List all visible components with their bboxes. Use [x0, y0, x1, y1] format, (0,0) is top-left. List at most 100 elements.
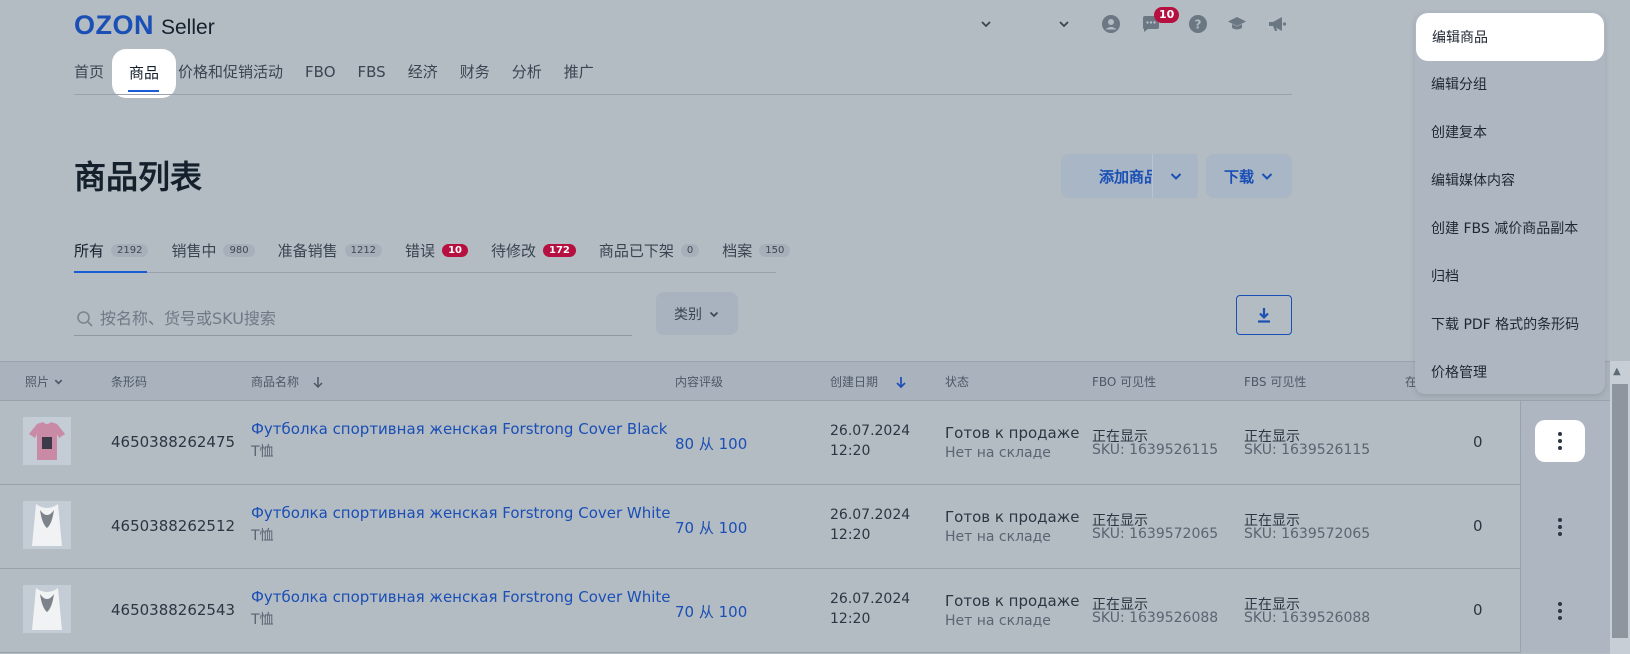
menu-item-download-barcode-pdf[interactable]: 下载 PDF 格式的条形码: [1415, 300, 1605, 348]
product-name-link[interactable]: Футболка спортивная женская Forstrong Co…: [251, 504, 671, 522]
fbs-sku: SKU: 1639526115: [1244, 442, 1371, 458]
product-thumbnail[interactable]: [23, 585, 71, 633]
tab-to-fix[interactable]: 待修改 172: [491, 240, 576, 261]
status-text: Готов к продаже: [945, 424, 1080, 442]
status-text: Готов к продаже: [945, 592, 1080, 610]
tab-label: 销售中: [171, 242, 217, 260]
megaphone-icon[interactable]: [1267, 14, 1287, 34]
logo-seller-text: Seller: [161, 16, 215, 39]
nav-item-home[interactable]: 首页: [74, 58, 104, 86]
nav-item-fbs[interactable]: FBS: [358, 58, 386, 86]
tabs-divider: [74, 272, 776, 273]
created-date: 26.07.2024: [830, 423, 911, 439]
add-product-dropdown-button[interactable]: [1152, 154, 1198, 198]
column-header-status: 状态: [945, 373, 969, 390]
category-filter-button[interactable]: 类别: [656, 292, 738, 335]
help-icon[interactable]: ?: [1188, 14, 1208, 34]
product-category: T恤: [251, 612, 274, 628]
export-button[interactable]: [1236, 295, 1292, 335]
scroll-up-arrow-icon[interactable]: ▲: [1613, 366, 1621, 377]
content-rating-link[interactable]: 70 从 100: [675, 601, 747, 622]
tab-ready-to-sell[interactable]: 准备销售 1212: [278, 240, 383, 261]
nav-item-promotion[interactable]: 推广: [564, 58, 594, 86]
messages-badge: 10: [1154, 7, 1180, 23]
svg-text:?: ?: [1195, 18, 1202, 32]
column-header-label: 条形码: [111, 375, 148, 389]
menu-item-edit-media[interactable]: 编辑媒体内容: [1415, 156, 1605, 204]
column-header-name[interactable]: 商品名称: [251, 373, 325, 390]
nav-item-pricing[interactable]: 价格和促销活动: [178, 58, 283, 86]
created-time: 12:20: [830, 527, 871, 543]
scrollbar-thumb[interactable]: [1612, 384, 1628, 638]
more-vertical-icon: [1558, 518, 1562, 536]
product-name-link[interactable]: Футболка спортивная женская Forstrong Co…: [251, 420, 668, 438]
search-input[interactable]: [100, 304, 620, 332]
fbo-sku: SKU: 1639526088: [1092, 610, 1219, 626]
nav-divider: [74, 94, 1292, 95]
row-more-button[interactable]: [1535, 506, 1585, 548]
created-date: 26.07.2024: [830, 591, 911, 607]
menu-item-edit-group[interactable]: 编辑分组: [1415, 60, 1605, 108]
tab-label: 错误: [405, 242, 436, 260]
created-time: 12:20: [830, 611, 871, 627]
tab-label: 商品已下架: [598, 242, 674, 260]
chevron-down-icon: [1170, 173, 1181, 180]
tab-delisted[interactable]: 商品已下架 0: [598, 240, 700, 261]
column-header-label: 内容评级: [675, 375, 724, 389]
stock-count: 0: [1473, 517, 1483, 535]
menu-item-create-copy[interactable]: 创建复本: [1415, 108, 1605, 156]
ozon-seller-logo[interactable]: OZON Seller: [74, 10, 215, 41]
chevron-down-icon[interactable]: [1057, 17, 1071, 31]
table-row[interactable]: 4650388262543 Футболка спортивная женска…: [0, 569, 1610, 653]
profile-icon[interactable]: [1101, 14, 1121, 34]
product-name-link[interactable]: Футболка спортивная женская Forstrong Co…: [251, 588, 671, 606]
chevron-down-icon: [54, 379, 63, 385]
more-vertical-icon: [1558, 432, 1562, 450]
column-header-created[interactable]: 创建日期: [830, 373, 908, 390]
created-date: 26.07.2024: [830, 507, 911, 523]
more-vertical-icon: [1558, 602, 1562, 620]
row-more-button[interactable]: [1535, 420, 1585, 462]
product-thumbnail[interactable]: [23, 501, 71, 549]
tab-on-sale[interactable]: 销售中 980: [171, 240, 255, 261]
tab-archive[interactable]: 档案 150: [722, 240, 791, 261]
nav-item-analytics[interactable]: 分析: [512, 58, 542, 86]
tab-errors[interactable]: 错误 10: [405, 240, 468, 261]
status-subtext: Нет на складе: [945, 529, 1051, 545]
tab-all[interactable]: 所有 2192: [74, 240, 149, 261]
nav-item-fbo[interactable]: FBO: [305, 58, 335, 86]
status-tabs: 所有 2192 销售中 980 准备销售 1212 错误 10 待修改 172 商品已下架…: [74, 240, 813, 261]
tshirt-photo-icon: [29, 422, 65, 460]
column-header-content-rating: 内容评级: [675, 373, 723, 390]
tab-active-indicator: [74, 271, 147, 273]
column-header-label: FBO 可见性: [1092, 375, 1157, 389]
nav-item-finance[interactable]: 财务: [460, 58, 490, 86]
row-context-menu: 编辑商品 编辑分组 创建复本 编辑媒体内容 创建 FBS 减价商品副本 归档 下…: [1415, 12, 1605, 394]
download-icon: [1258, 308, 1270, 323]
column-header-label: 照片: [25, 375, 50, 389]
menu-item-archive[interactable]: 归档: [1415, 252, 1605, 300]
fbo-sku: SKU: 1639526115: [1092, 442, 1219, 458]
tab-count: 172: [543, 244, 576, 257]
product-category: T恤: [251, 528, 274, 544]
download-button[interactable]: 下载: [1206, 154, 1292, 198]
product-thumbnail[interactable]: [23, 417, 71, 465]
nav-item-products[interactable]: 商品: [112, 49, 176, 98]
status-subtext: Нет на складе: [945, 445, 1051, 461]
menu-item-create-fbs-discount-copy[interactable]: 创建 FBS 减价商品副本: [1415, 204, 1605, 252]
table-row[interactable]: 4650388262475 Футболка спортивная женска…: [0, 401, 1610, 485]
menu-item-price-management[interactable]: 价格管理: [1415, 348, 1605, 396]
row-more-button[interactable]: [1535, 590, 1585, 632]
content-rating-link[interactable]: 70 从 100: [675, 517, 747, 538]
nav-item-economy[interactable]: 经济: [408, 58, 438, 86]
tab-count: 1212: [344, 244, 383, 257]
column-header-photo[interactable]: 照片: [25, 373, 64, 390]
sort-arrow-down-icon: [896, 376, 906, 388]
stock-count: 0: [1473, 433, 1483, 451]
column-header-label: 状态: [945, 375, 970, 389]
chevron-down-icon[interactable]: [979, 17, 993, 31]
menu-item-edit-product[interactable]: 编辑商品: [1416, 13, 1604, 61]
content-rating-link[interactable]: 80 从 100: [675, 433, 747, 454]
table-row[interactable]: 4650388262512 Футболка спортивная женска…: [0, 485, 1610, 569]
education-cap-icon[interactable]: [1227, 14, 1247, 34]
